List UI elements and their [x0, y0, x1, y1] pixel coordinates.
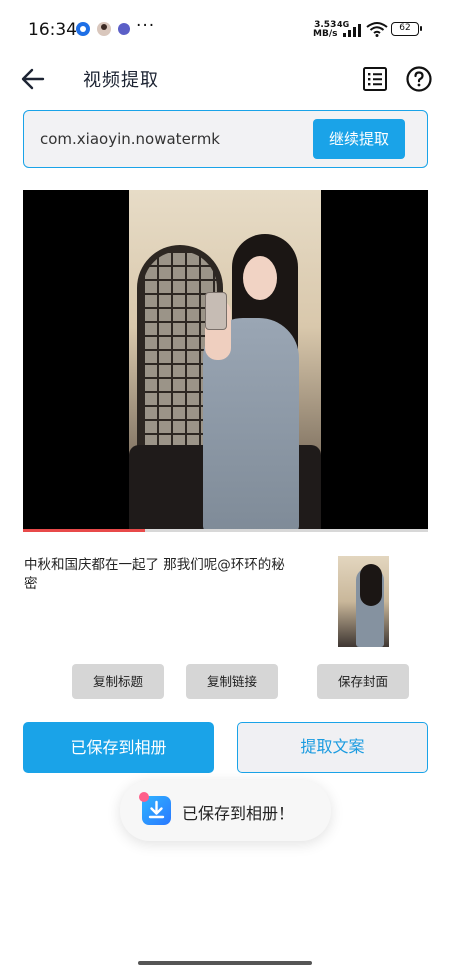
- toast: 已保存到相册！: [120, 780, 331, 841]
- video-caption: 中秋和国庆都在一起了 那我们呢@环环的秘密: [24, 557, 285, 592]
- video-frame: [129, 190, 321, 532]
- video-progress-bar[interactable]: [23, 529, 428, 532]
- phone: [205, 292, 227, 330]
- video-player[interactable]: [23, 190, 428, 532]
- net-speed: 3.53 MB/s: [313, 21, 337, 39]
- avatar-notification-icon: [97, 22, 111, 36]
- toast-message: 已保存到相册！: [182, 804, 295, 823]
- copy-link-button[interactable]: 复制链接: [186, 664, 278, 699]
- history-list-icon[interactable]: [362, 66, 388, 92]
- app-notification-icon-2: [118, 23, 130, 35]
- app-notification-icon: [76, 22, 90, 36]
- continue-extract-button[interactable]: 继续提取: [313, 119, 405, 159]
- url-input-bar: com.xiaoyin.nowatermk 继续提取: [23, 110, 428, 168]
- video-progress-fill: [23, 529, 145, 532]
- url-input[interactable]: com.xiaoyin.nowatermk: [40, 130, 220, 148]
- help-icon[interactable]: [405, 65, 433, 93]
- signal-icon: [343, 23, 363, 37]
- save-cover-button[interactable]: 保存封面: [317, 664, 409, 699]
- more-notifications-icon: ···: [136, 16, 156, 36]
- back-arrow-icon[interactable]: [20, 66, 46, 92]
- extract-text-button[interactable]: 提取文案: [237, 722, 428, 773]
- wifi-icon: [366, 22, 388, 37]
- battery-icon: 62: [391, 22, 422, 36]
- home-indicator[interactable]: [138, 961, 312, 965]
- net-speed-unit: MB/s: [313, 29, 338, 39]
- status-bar: 16:34 ··· 3.53 MB/s 4G 62: [0, 0, 450, 58]
- saved-to-album-button[interactable]: 已保存到相册: [23, 722, 214, 773]
- person-face: [243, 256, 277, 300]
- cover-thumbnail: [338, 556, 389, 647]
- app-icon: [139, 792, 171, 825]
- status-time: 16:34: [28, 20, 77, 40]
- page-title: 视频提取: [83, 70, 159, 91]
- copy-title-button[interactable]: 复制标题: [72, 664, 164, 699]
